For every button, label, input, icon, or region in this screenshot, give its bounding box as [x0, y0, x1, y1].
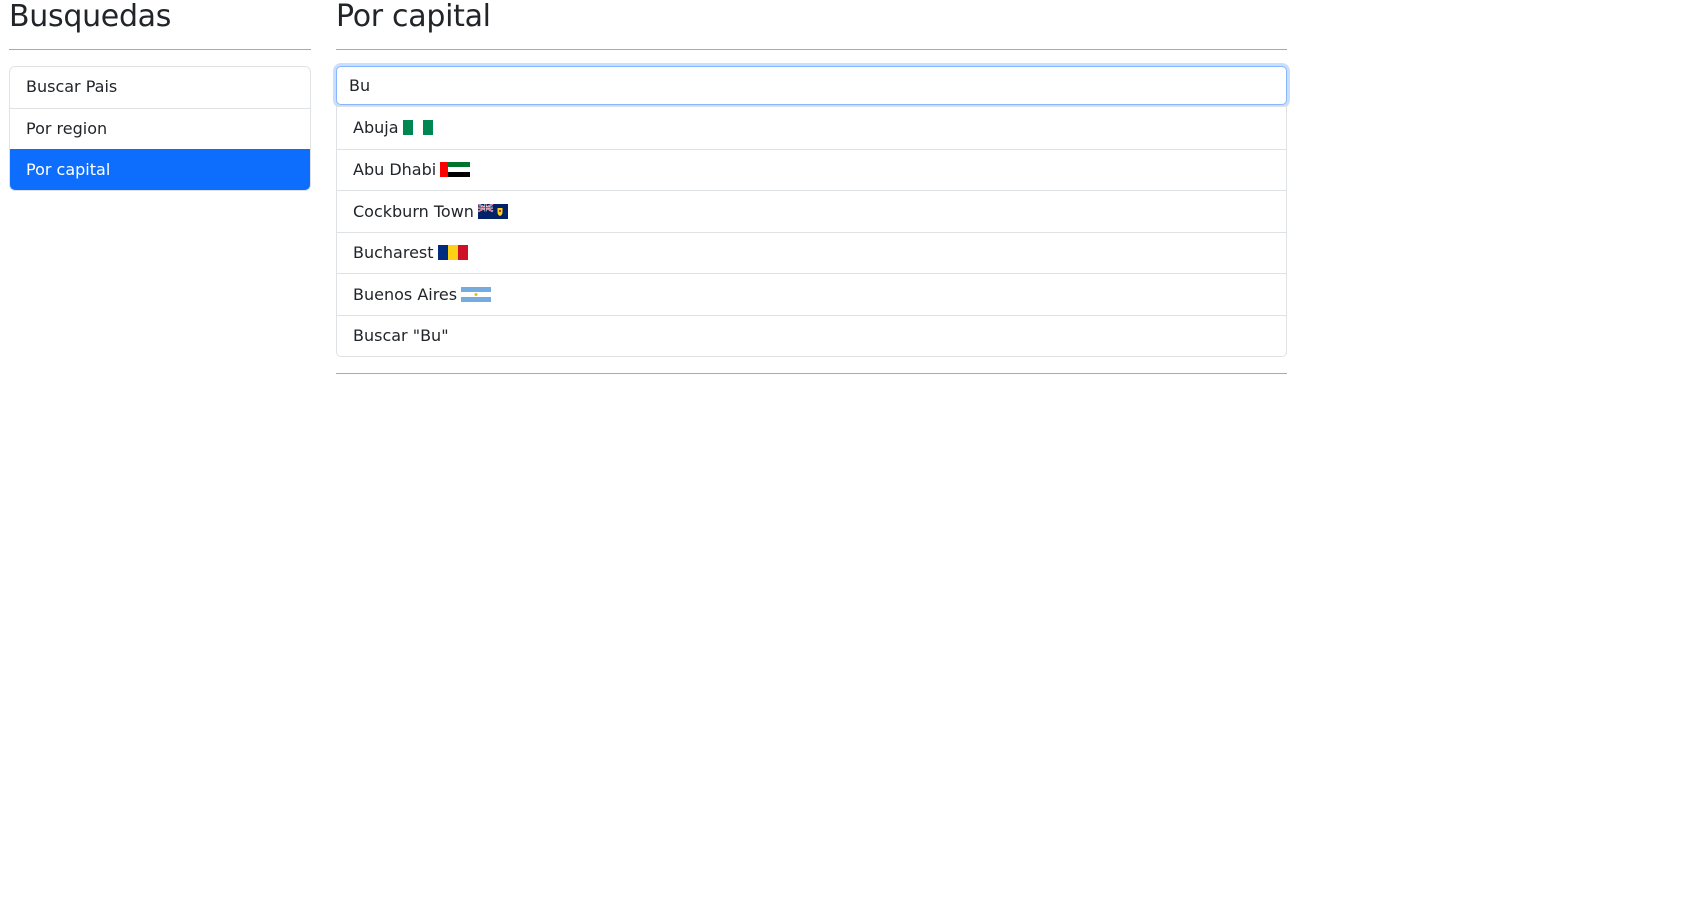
romania-flag-icon [437, 245, 468, 261]
search-input[interactable] [336, 66, 1287, 105]
page: Busquedas Buscar Pais Por region Por cap… [0, 0, 1706, 914]
sidebar-nav: Buscar Pais Por region Por capital [9, 66, 311, 191]
suggestion-item[interactable]: Abu Dhabi [337, 148, 1286, 191]
suggestions-dropdown: Abuja Abu Dhabi Cockburn Town Bucharest … [336, 106, 1287, 357]
sidebar-title: Busquedas [9, 0, 172, 34]
nigeria-flag-icon [402, 120, 433, 136]
suggestion-label: Abuja [353, 118, 399, 138]
suggestion-label: Abu Dhabi [353, 160, 437, 180]
suggestion-item[interactable]: Abuja [337, 107, 1286, 149]
suggestion-item[interactable]: Cockburn Town [337, 190, 1286, 232]
page-title: Por capital [336, 0, 491, 34]
turks-caicos-flag-icon [477, 203, 508, 219]
argentina-flag-icon [461, 286, 492, 302]
sidebar-divider [9, 49, 311, 50]
suggestion-item[interactable]: Buenos Aires [337, 273, 1286, 315]
search-all-label: Buscar "Bu" [353, 326, 449, 346]
sidebar-item-por-capital[interactable]: Por capital [10, 149, 310, 190]
title-divider [336, 49, 1287, 50]
uae-flag-icon [440, 162, 471, 178]
main-content: Por capital Abuja Abu Dhabi C [336, 0, 1287, 374]
suggestion-label: Buenos Aires [353, 284, 458, 304]
suggestion-item[interactable]: Bucharest [337, 231, 1286, 274]
sidebar-item-por-region[interactable]: Por region [10, 108, 310, 149]
search-autocomplete: Abuja Abu Dhabi Cockburn Town [336, 66, 1287, 357]
sidebar: Busquedas Buscar Pais Por region Por cap… [9, 0, 311, 191]
suggestion-label: Bucharest [353, 243, 434, 263]
sidebar-item-buscar-pais[interactable]: Buscar Pais [10, 67, 310, 108]
search-all-option[interactable]: Buscar "Bu" [337, 314, 1286, 357]
bottom-divider [336, 373, 1287, 374]
suggestion-label: Cockburn Town [353, 201, 474, 221]
